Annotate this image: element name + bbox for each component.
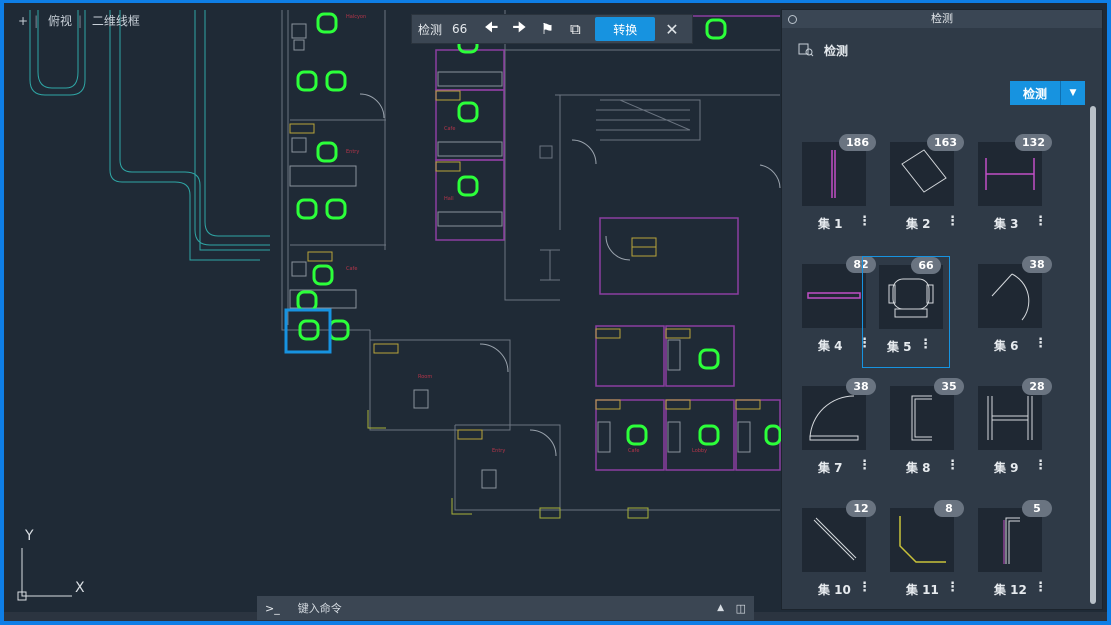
more-icon[interactable]: ⋮ — [946, 458, 959, 473]
detect-split-button: 检测 ▼ — [1010, 81, 1085, 105]
set-tile[interactable]: 38 集 7 ⋮ — [798, 378, 886, 490]
svg-text:Room: Room — [418, 374, 432, 380]
panel-title: 检测 — [931, 12, 953, 25]
svg-text:Cafe: Cafe — [346, 266, 357, 272]
panel-header-label: 检测 — [824, 43, 849, 58]
set-tile[interactable]: 8 集 11 ⋮ — [886, 500, 974, 612]
set-name: 集 11 — [906, 583, 939, 597]
convert-button[interactable]: 转换 — [595, 17, 656, 41]
more-icon[interactable]: ⋮ — [1034, 214, 1047, 229]
set-name: 集 12 — [994, 583, 1027, 597]
set-count-badge: 5 — [1022, 500, 1052, 517]
more-icon[interactable]: ⋮ — [919, 337, 932, 352]
view-cube-label[interactable]: 俯视 — [48, 14, 72, 28]
more-icon[interactable]: ⋮ — [858, 214, 871, 229]
set-name: 集 3 — [994, 217, 1019, 231]
set-count-badge: 12 — [846, 500, 876, 517]
set-tile[interactable]: 38 集 6 ⋮ — [974, 256, 1062, 368]
set-thumbnail — [802, 142, 866, 206]
set-thumbnail — [978, 264, 1042, 328]
svg-text:Entry: Entry — [346, 149, 359, 155]
set-tile[interactable]: 28 集 9 ⋮ — [974, 378, 1062, 490]
set-count-badge: 38 — [846, 378, 876, 395]
set-tile[interactable]: 35 集 8 ⋮ — [886, 378, 974, 490]
detect-search-icon — [798, 41, 814, 60]
panel-titlebar[interactable]: 检测 — [782, 10, 1102, 28]
detect-toolbar: 检测 66 🠈 🠊 ⚑ ⧉ 转换 ✕ — [411, 14, 693, 44]
panel-pin-icon[interactable] — [788, 15, 797, 24]
set-thumbnail — [890, 386, 954, 450]
set-thumbnail — [802, 264, 866, 328]
ucs-x-label: X — [75, 580, 85, 596]
arrow-right-icon[interactable]: 🠊 — [505, 15, 533, 43]
set-thumbnail — [890, 508, 954, 572]
more-icon[interactable]: ⋮ — [1034, 458, 1047, 473]
set-thumbnail — [879, 265, 943, 329]
set-count-badge: 66 — [911, 257, 941, 274]
flag-icon[interactable]: ⚑ — [533, 15, 561, 43]
chevron-up-icon[interactable]: ▲ — [717, 603, 724, 613]
visual-style-label[interactable]: 二维线框 — [92, 14, 140, 28]
more-icon[interactable]: ⋮ — [946, 580, 959, 595]
set-name: 集 1 — [818, 217, 843, 231]
chevron-down-icon[interactable]: ▼ — [1060, 81, 1085, 105]
panel-scrollbar[interactable] — [1090, 106, 1096, 604]
layers-icon[interactable]: ⧉ — [561, 15, 589, 43]
set-thumbnail — [802, 508, 866, 572]
set-tile[interactable]: 186 集 1 ⋮ — [798, 134, 886, 246]
command-input[interactable]: 键入命令 — [298, 600, 342, 616]
more-icon[interactable]: ⋮ — [1034, 336, 1047, 351]
set-name: 集 4 — [818, 339, 843, 353]
command-history-icon[interactable]: ◫ — [736, 602, 746, 615]
set-thumbnail — [978, 386, 1042, 450]
set-count-badge: 38 — [1022, 256, 1052, 273]
set-count-badge: 163 — [927, 134, 964, 151]
set-thumbnail — [802, 386, 866, 450]
viewport-controls[interactable]: + | 俯视 | 二维线框 — [18, 12, 146, 29]
detection-panel: 检测 检测 检测 ▼ 186 集 1 ⋮ 163 集 2 ⋮ 132 集 3 ⋮ — [781, 9, 1103, 610]
svg-text:Lobby: Lobby — [692, 448, 707, 454]
set-name: 集 2 — [906, 217, 931, 231]
set-name: 集 9 — [994, 461, 1019, 475]
panel-header: 检测 — [782, 28, 1102, 72]
command-prompt-icon[interactable]: >_ — [265, 602, 280, 615]
svg-text:Cafe: Cafe — [444, 126, 455, 132]
set-count-badge: 28 — [1022, 378, 1052, 395]
svg-text:Halcyon: Halcyon — [346, 14, 366, 20]
set-count-badge: 186 — [839, 134, 876, 151]
set-tile[interactable]: 163 集 2 ⋮ — [886, 134, 974, 246]
arrow-left-icon[interactable]: 🠈 — [477, 15, 505, 43]
detect-count: 66 — [452, 22, 468, 36]
command-line[interactable]: >_ 键入命令 ▲ ◫ — [257, 596, 754, 620]
set-name: 集 7 — [818, 461, 843, 475]
svg-text:Entry: Entry — [492, 448, 505, 454]
svg-text:Hall: Hall — [444, 196, 454, 202]
set-thumbnail — [978, 142, 1042, 206]
set-thumbnail — [890, 142, 954, 206]
set-thumbnail — [978, 508, 1042, 572]
detect-button[interactable]: 检测 — [1010, 81, 1060, 105]
detect-label: 检测 — [418, 22, 443, 37]
svg-text:Cafe: Cafe — [628, 448, 639, 454]
set-tile-selected[interactable]: 66 集 5 ⋮ — [862, 256, 950, 368]
more-icon[interactable]: ⋮ — [946, 214, 959, 229]
set-name: 集 8 — [906, 461, 931, 475]
set-count-badge: 132 — [1015, 134, 1052, 151]
set-name: 集 10 — [818, 583, 851, 597]
more-icon[interactable]: ⋮ — [858, 580, 871, 595]
set-name: 集 5 — [887, 340, 912, 354]
set-tile[interactable]: 5 集 12 ⋮ — [974, 500, 1062, 612]
set-name: 集 6 — [994, 339, 1019, 353]
set-tile[interactable]: 132 集 3 ⋮ — [974, 134, 1062, 246]
ucs-y-label: Y — [25, 528, 34, 544]
more-icon[interactable]: ⋮ — [858, 458, 871, 473]
close-icon[interactable]: ✕ — [665, 20, 678, 39]
more-icon[interactable]: ⋮ — [1034, 580, 1047, 595]
viewport-menu-button[interactable]: + — [18, 14, 28, 28]
set-count-badge: 35 — [934, 378, 964, 395]
set-tile[interactable]: 12 集 10 ⋮ — [798, 500, 886, 612]
set-count-badge: 8 — [934, 500, 964, 517]
